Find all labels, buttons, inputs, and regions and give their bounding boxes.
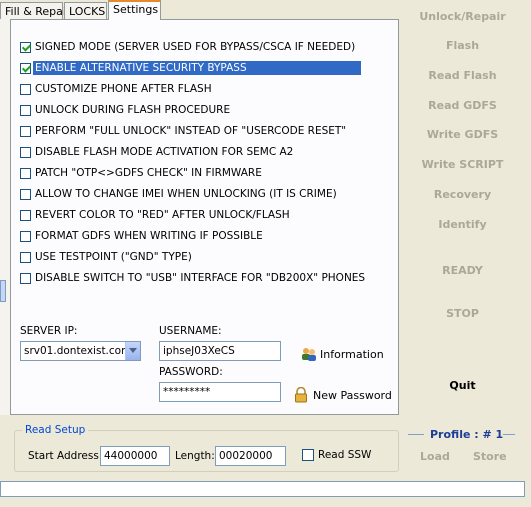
option-checkbox[interactable]	[20, 146, 31, 158]
option-checkbox[interactable]	[20, 125, 31, 137]
users-icon	[302, 348, 316, 361]
new-password-link[interactable]: New Password	[294, 386, 392, 404]
information-link[interactable]: Information	[301, 345, 384, 363]
scrollbar-thumb[interactable]	[0, 280, 6, 302]
option-checkbox[interactable]	[20, 272, 31, 284]
option-checkbox[interactable]	[20, 62, 31, 74]
information-label: Information	[320, 347, 384, 361]
option-row[interactable]: FORMAT GDFS WHEN WRITING IF POSSIBLE	[20, 227, 263, 245]
option-label: PATCH "OTP<>GDFS CHECK" IN FIRMWARE	[35, 167, 262, 179]
username-field[interactable]: iphseJ03XeCS	[159, 341, 281, 361]
option-label: FORMAT GDFS WHEN WRITING IF POSSIBLE	[35, 230, 263, 242]
read-gdfs-button[interactable]: Read GDFS	[404, 99, 521, 112]
recovery-button[interactable]: Recovery	[404, 188, 521, 201]
read-ssw-box[interactable]	[302, 449, 314, 461]
option-row[interactable]: PERFORM "FULL UNLOCK" INSTEAD OF "USERCO…	[20, 122, 346, 140]
quit-button[interactable]: Quit	[404, 379, 521, 392]
profile-divider-left	[408, 434, 424, 435]
left-strip	[0, 19, 11, 415]
option-row[interactable]: DISABLE FLASH MODE ACTIVATION FOR SEMC A…	[20, 143, 293, 161]
start-address-label: Start Address:	[28, 450, 103, 462]
option-row[interactable]: UNLOCK DURING FLASH PROCEDURE	[20, 101, 230, 119]
write-gdfs-button[interactable]: Write GDFS	[404, 128, 521, 141]
load-button[interactable]: Load	[420, 450, 450, 463]
option-label: ENABLE ALTERNATIVE SECURITY BYPASS	[32, 60, 362, 76]
option-row[interactable]: USE TESTPOINT ("GND" TYPE)	[20, 248, 192, 266]
option-label: DISABLE FLASH MODE ACTIVATION FOR SEMC A…	[35, 146, 294, 158]
option-row[interactable]: PATCH "OTP<>GDFS CHECK" IN FIRMWARE	[20, 164, 262, 182]
option-label: SIGNED MODE (SERVER USED FOR BYPASS/CSCA…	[35, 41, 356, 53]
identify-button[interactable]: Identify	[404, 218, 521, 231]
length-field[interactable]: 00020000	[215, 446, 286, 466]
write-script-button[interactable]: Write SCRIPT	[404, 158, 521, 171]
new-password-label: New Password	[313, 388, 392, 402]
option-row[interactable]: ENABLE ALTERNATIVE SECURITY BYPASS	[20, 59, 362, 77]
password-label: PASSWORD:	[159, 366, 223, 378]
option-checkbox[interactable]	[20, 230, 31, 242]
start-address-field[interactable]: 44000000	[100, 446, 170, 466]
chevron-down-icon[interactable]	[125, 342, 140, 360]
read-flash-button[interactable]: Read Flash	[404, 69, 521, 82]
option-row[interactable]: CUSTOMIZE PHONE AFTER FLASH	[20, 80, 212, 98]
flash-button[interactable]: Flash	[404, 39, 521, 52]
server-ip-combo[interactable]: srv01.dontexist.com	[20, 341, 141, 361]
store-button[interactable]: Store	[473, 450, 507, 463]
profile-divider-right	[503, 434, 515, 435]
option-checkbox[interactable]	[20, 104, 31, 116]
option-row[interactable]: SIGNED MODE (SERVER USED FOR BYPASS/CSCA…	[20, 38, 355, 56]
stop-button[interactable]: STOP	[404, 307, 521, 320]
tab-fill-repair[interactable]: Fill & Repair	[0, 2, 70, 19]
password-field[interactable]: *********	[159, 382, 281, 402]
read-ssw-label: Read SSW	[318, 449, 372, 461]
option-label: USE TESTPOINT ("GND" TYPE)	[35, 251, 192, 263]
status-bar	[0, 481, 525, 497]
tab-settings[interactable]: Settings	[108, 0, 161, 20]
option-label: PERFORM "FULL UNLOCK" INSTEAD OF "USERCO…	[35, 125, 347, 137]
option-label: UNLOCK DURING FLASH PROCEDURE	[35, 104, 231, 116]
option-checkbox[interactable]	[20, 209, 31, 221]
option-checkbox[interactable]	[20, 41, 31, 53]
option-checkbox[interactable]	[20, 167, 31, 179]
option-label: DISABLE SWITCH TO "USB" INTERFACE FOR "D…	[35, 272, 366, 284]
option-row[interactable]: REVERT COLOR TO "RED" AFTER UNLOCK/FLASH	[20, 206, 290, 224]
tab-locks[interactable]: LOCKS	[64, 2, 107, 19]
length-label: Length:	[175, 450, 215, 462]
read-setup-title: Read Setup	[22, 424, 89, 436]
option-label: CUSTOMIZE PHONE AFTER FLASH	[35, 83, 212, 95]
profile-label: Profile : # 1	[430, 428, 504, 441]
option-label: REVERT COLOR TO "RED" AFTER UNLOCK/FLASH	[35, 209, 290, 221]
server-ip-label: SERVER IP:	[20, 325, 78, 337]
server-ip-value: srv01.dontexist.com	[24, 345, 132, 357]
lock-icon	[295, 387, 307, 403]
option-row[interactable]: DISABLE SWITCH TO "USB" INTERFACE FOR "D…	[20, 269, 365, 287]
option-label: ALLOW TO CHANGE IMEI WHEN UNLOCKING (IT …	[35, 188, 337, 200]
option-checkbox[interactable]	[20, 251, 31, 263]
read-ssw-checkbox[interactable]: Read SSW	[302, 449, 371, 461]
option-checkbox[interactable]	[20, 83, 31, 95]
username-label: USERNAME:	[159, 325, 222, 337]
option-row[interactable]: ALLOW TO CHANGE IMEI WHEN UNLOCKING (IT …	[20, 185, 337, 203]
status-ready: READY	[442, 264, 483, 277]
unlock-repair-button[interactable]: Unlock/Repair	[404, 10, 521, 23]
option-checkbox[interactable]	[20, 188, 31, 200]
